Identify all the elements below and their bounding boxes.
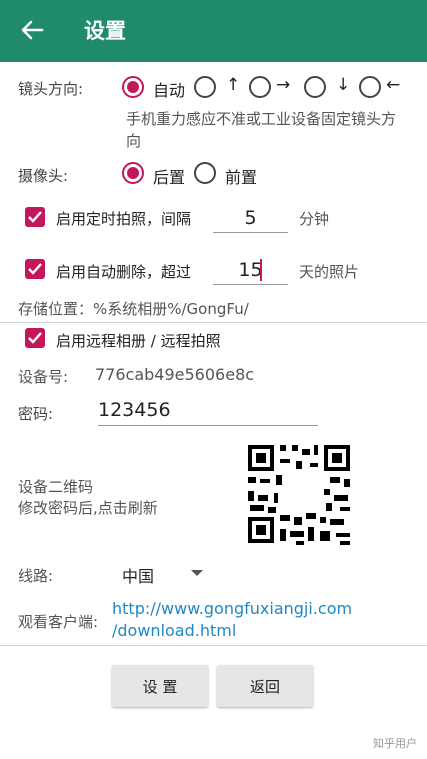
remote-checkbox[interactable]: [25, 328, 45, 348]
client-download-link[interactable]: http://www.gongfuxiangji.com: [112, 599, 352, 618]
check-icon: [28, 211, 42, 223]
camera-option-rear: 后置: [153, 168, 186, 187]
back-arrow-icon[interactable]: [18, 16, 46, 44]
line-select-value[interactable]: 中国: [122, 563, 154, 587]
page-title: 设置: [84, 19, 126, 43]
orientation-radio-up[interactable]: [194, 76, 216, 98]
divider: [0, 645, 427, 646]
client-download-link-cont[interactable]: /download.html: [112, 621, 236, 640]
autodelete-days-input[interactable]: [213, 255, 288, 285]
back-button[interactable]: 返回: [217, 665, 313, 707]
camera-label: 摄像头:: [18, 167, 69, 185]
timer-interval-input[interactable]: [213, 203, 288, 233]
orientation-radio-down[interactable]: [304, 76, 326, 98]
orientation-hint-line2: 向: [126, 132, 142, 150]
app-bar: 设置: [0, 0, 427, 62]
watermark: 知乎用户: [373, 737, 417, 750]
check-icon: [28, 332, 42, 344]
qrcode-label: 设备二维码: [18, 478, 94, 496]
autodelete-checkbox[interactable]: [25, 259, 45, 279]
remote-label: 启用远程相册 / 远程拍照: [56, 332, 221, 350]
camera-radio-front[interactable]: [194, 162, 216, 184]
right-arrow-icon: →: [276, 75, 291, 95]
left-arrow-icon: ←: [386, 75, 401, 95]
camera-radio-rear[interactable]: [122, 162, 144, 184]
qrcode-hint: 修改密码后,点击刷新: [18, 499, 158, 517]
autodelete-unit: 天的照片: [299, 263, 360, 281]
orientation-radio-left[interactable]: [359, 76, 381, 98]
check-icon: [28, 263, 42, 275]
device-label: 设备号:: [18, 368, 69, 386]
text-caret: [260, 259, 262, 281]
qr-code-image[interactable]: [240, 437, 358, 551]
password-input[interactable]: [98, 394, 318, 426]
dropdown-triangle-icon[interactable]: [189, 568, 205, 578]
orientation-option-auto: 自动: [153, 81, 186, 100]
line-label: 线路:: [18, 567, 54, 585]
divider: [0, 322, 427, 323]
up-arrow-icon: ↑: [226, 75, 241, 95]
down-arrow-icon: ↓: [336, 75, 351, 95]
orientation-radio-right[interactable]: [249, 76, 271, 98]
client-label: 观看客户端:: [18, 613, 99, 631]
device-id: 776cab49e5606e8c: [95, 365, 255, 384]
timer-unit: 分钟: [299, 210, 330, 228]
orientation-hint-line1: 手机重力感应不准或工业设备固定镜头方: [126, 110, 397, 128]
storage-location: 存储位置：%系统相册%/GongFu/: [18, 300, 249, 318]
camera-option-front: 前置: [225, 168, 258, 187]
timer-label: 启用定时拍照，间隔: [56, 210, 192, 228]
autodelete-label: 启用自动删除，超过: [56, 263, 192, 281]
settings-button[interactable]: 设 置: [112, 665, 208, 707]
orientation-label: 镜头方向:: [18, 80, 84, 98]
password-label: 密码:: [18, 405, 54, 423]
orientation-radio-auto[interactable]: [122, 76, 144, 98]
timer-checkbox[interactable]: [25, 207, 45, 227]
